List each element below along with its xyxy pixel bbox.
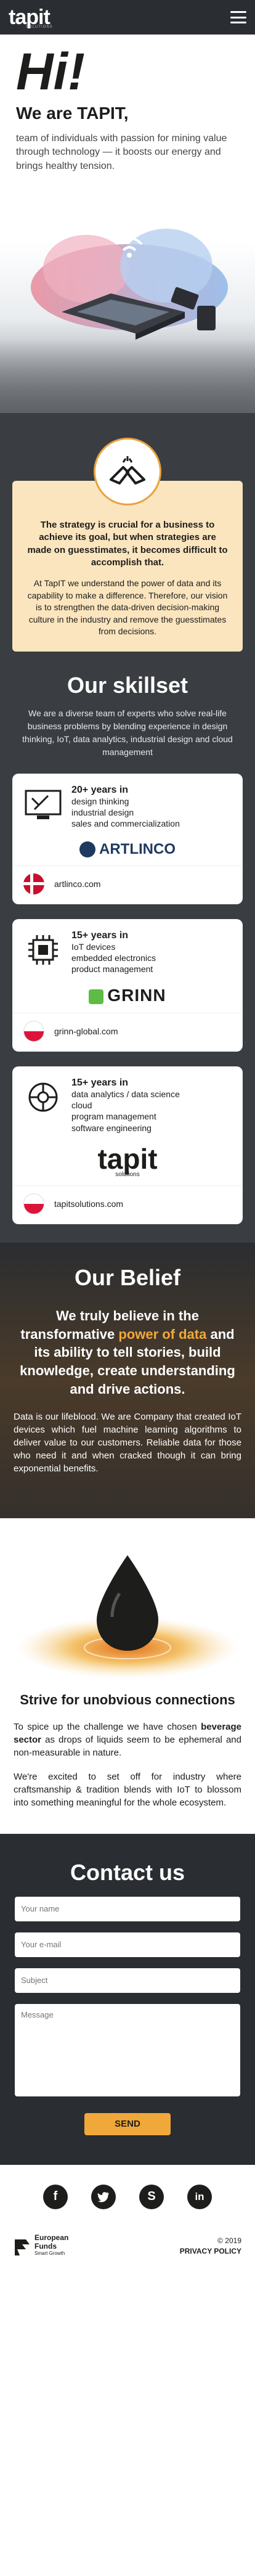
highlight-text: power of data xyxy=(118,1326,207,1342)
social-links: f S in xyxy=(14,2184,241,2209)
denmark-flag-icon xyxy=(23,873,44,894)
send-button[interactable]: SEND xyxy=(84,2112,171,2135)
card-years: 20+ years in xyxy=(71,784,129,795)
data-icon xyxy=(28,1082,58,1112)
poland-flag-icon xyxy=(23,1193,44,1214)
card-skill: industrial design xyxy=(71,808,134,818)
skillset-section: Our skillset We are a diverse team of ex… xyxy=(0,651,255,1243)
top-navbar: tapit SOLUTIONS xyxy=(0,0,255,35)
mission-box: The strategy is crucial for a business t… xyxy=(12,481,243,652)
eu-funds-icon xyxy=(15,2239,30,2255)
connections-p2: We're excited to set off for industry wh… xyxy=(14,1771,241,1808)
card-years: 15+ years in xyxy=(71,930,129,941)
hamburger-menu-icon[interactable] xyxy=(230,11,246,23)
hero-intro: team of individuals with passion for min… xyxy=(16,133,227,171)
skill-card-tapit: 15+ years in data analytics / data scien… xyxy=(12,1066,243,1224)
connections-p1: To spice up the challenge we have chosen… xyxy=(14,1721,241,1758)
tapit-logo[interactable]: tapit SOLUTIONS xyxy=(9,7,53,29)
twitter-icon[interactable] xyxy=(91,2184,116,2209)
grinn-link[interactable]: grinn-global.com xyxy=(54,1026,118,1036)
card-skill: design thinking xyxy=(71,796,129,806)
subject-input[interactable] xyxy=(15,1968,240,1993)
chip-icon xyxy=(28,934,58,965)
skillset-description: We are a diverse team of experts who sol… xyxy=(22,708,233,757)
belief-title: Our Belief xyxy=(74,1264,181,1290)
skype-icon[interactable]: S xyxy=(139,2184,164,2209)
footer: f S in European Funds Smart Growth © 2019 … xyxy=(0,2164,255,2274)
skillset-title: Our skillset xyxy=(67,672,188,698)
mission-section: The strategy is crucial for a business t… xyxy=(0,413,255,652)
belief-body: Data is our lifeblood. We are Company th… xyxy=(14,1412,241,1474)
contact-section: Contact us SEND xyxy=(0,1833,255,2165)
card-skill: sales and commercialization xyxy=(71,819,180,829)
facebook-icon[interactable]: f xyxy=(43,2184,68,2209)
privacy-policy-link[interactable]: PRIVACY POLICY xyxy=(180,2247,241,2255)
connections-section: Strive for unobvious connections To spic… xyxy=(0,1518,255,1834)
card-skill: product management xyxy=(71,963,153,974)
oil-drop-illustration xyxy=(17,1555,238,1679)
tapit-card-logo: tapit solutions xyxy=(97,1142,158,1178)
email-input[interactable] xyxy=(15,1932,240,1957)
skill-card-grinn: 15+ years in IoT devices embedded electr… xyxy=(12,918,243,1052)
name-input[interactable] xyxy=(15,1896,240,1921)
card-skill: software engineering xyxy=(71,1122,152,1133)
card-skill: IoT devices xyxy=(71,941,116,952)
card-years: 15+ years in xyxy=(71,1077,129,1089)
message-textarea[interactable] xyxy=(15,2003,240,2096)
mission-body: At TapIT we understand the power of data… xyxy=(27,578,228,637)
poland-flag-icon xyxy=(23,1021,44,1042)
card-skill: program management xyxy=(71,1111,156,1122)
fist-bump-icon xyxy=(94,438,161,505)
mission-strong-text: The strategy is crucial for a business t… xyxy=(27,520,228,568)
card-skill: cloud xyxy=(71,1100,92,1111)
tapit-link[interactable]: tapitsolutions.com xyxy=(54,1199,123,1209)
artlinco-logo: ARTLINCO xyxy=(12,837,243,865)
contact-title: Contact us xyxy=(70,1859,185,1885)
european-funds-logo: European Funds Smart Growth xyxy=(14,2233,68,2257)
hero-section: Hi! We are TAPIT, team of individuals wi… xyxy=(0,35,255,413)
card-skill: data analytics / data science xyxy=(71,1089,180,1100)
copyright-text: © 2019 xyxy=(217,2236,241,2246)
connections-title: Strive for unobvious connections xyxy=(20,1692,235,1708)
logo-subtext: SOLUTIONS xyxy=(26,25,53,29)
belief-section: Our Belief We truly believe in the trans… xyxy=(0,1242,255,1519)
hero-headline: We are TAPIT, xyxy=(16,104,129,123)
linkedin-icon[interactable]: in xyxy=(187,2184,212,2209)
hero-greeting: Hi! xyxy=(16,43,85,100)
artlinco-link[interactable]: artlinco.com xyxy=(54,879,100,889)
card-skill: embedded electronics xyxy=(71,952,156,963)
belief-lead: We truly believe in the transformative p… xyxy=(20,1307,235,1397)
design-icon xyxy=(25,790,62,819)
skill-card-artlinco: 20+ years in design thinking industrial … xyxy=(12,773,243,904)
grinn-logo: GRINN xyxy=(12,982,243,1013)
